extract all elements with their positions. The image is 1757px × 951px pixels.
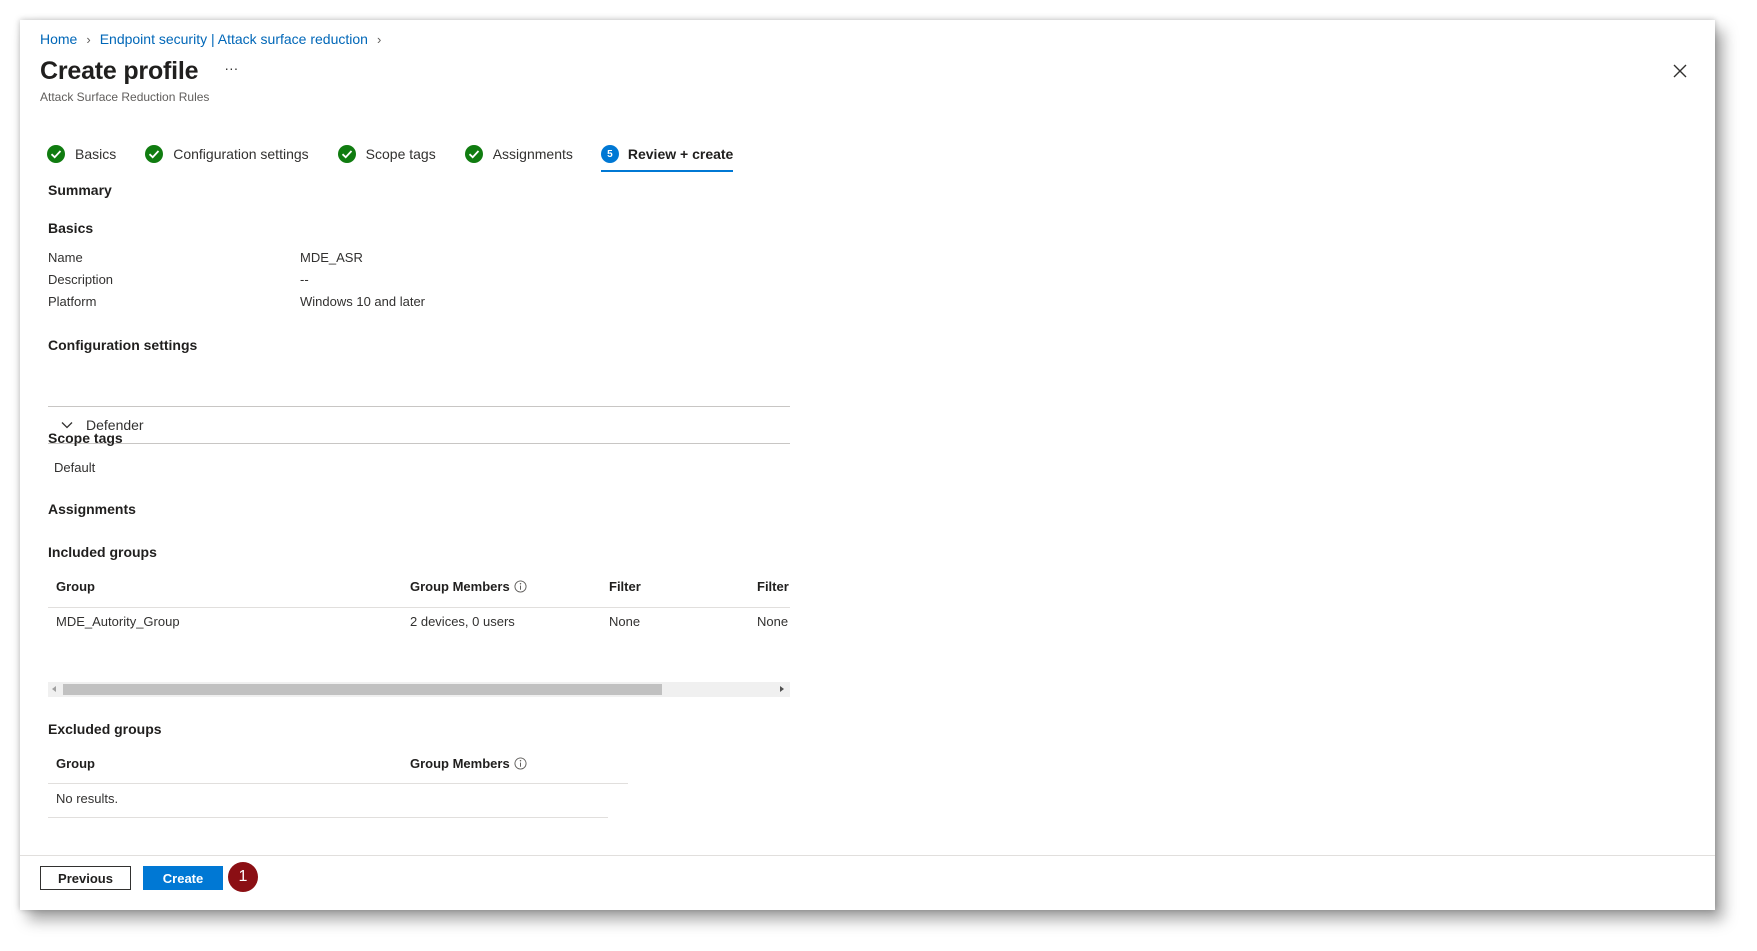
included-row-group: MDE_Autority_Group	[56, 614, 180, 629]
breadcrumb-home[interactable]: Home	[40, 31, 77, 47]
info-icon[interactable]	[514, 580, 527, 593]
check-circle-icon	[464, 145, 483, 163]
name-label: Name	[48, 250, 83, 265]
scrollbar-thumb[interactable]	[63, 684, 662, 695]
horizontal-scrollbar[interactable]	[48, 682, 790, 697]
step-scope-tags[interactable]: Scope tags	[337, 138, 436, 170]
close-button[interactable]	[1669, 60, 1691, 82]
table-divider	[48, 783, 628, 784]
breadcrumb-endpoint-security[interactable]: Endpoint security | Attack surface reduc…	[100, 31, 368, 47]
step-assignments[interactable]: Assignments	[464, 138, 573, 170]
included-row-filter: None	[609, 614, 641, 629]
platform-value: Windows 10 and later	[300, 294, 426, 309]
breadcrumb-separator-icon: ›	[86, 31, 91, 47]
name-value: MDE_ASR	[300, 250, 363, 265]
column-label: Group Members	[410, 579, 510, 594]
platform-label: Platform	[48, 294, 97, 309]
step-number-badge: 5	[600, 145, 619, 163]
included-col-group-members: Group Members	[410, 579, 527, 594]
check-circle-icon	[337, 145, 356, 163]
close-icon	[1673, 64, 1687, 78]
excluded-groups-heading: Excluded groups	[48, 721, 162, 737]
check-circle-icon	[47, 145, 65, 163]
description-value: --	[300, 272, 309, 287]
step-label: Configuration settings	[173, 146, 309, 162]
create-profile-panel: Home › Endpoint security | Attack surfac…	[20, 20, 1715, 910]
included-col-filter-2: Filter	[757, 579, 789, 594]
wizard-steps: Basics Configuration settings Scope tags…	[46, 138, 761, 172]
description-label: Description	[48, 272, 114, 287]
included-groups-heading: Included groups	[48, 544, 157, 560]
included-col-group: Group	[56, 579, 95, 594]
create-button[interactable]: Create	[143, 866, 223, 890]
scope-tags-heading: Scope tags	[48, 430, 123, 446]
excluded-col-group: Group	[56, 756, 95, 771]
scroll-right-icon[interactable]	[780, 686, 784, 692]
scroll-left-icon[interactable]	[52, 686, 56, 692]
step-label: Basics	[75, 146, 117, 162]
step-review-create[interactable]: 5 Review + create	[600, 138, 734, 172]
assignments-heading: Assignments	[48, 501, 136, 517]
defender-accordion[interactable]: Defender	[48, 406, 790, 444]
info-icon[interactable]	[514, 757, 527, 770]
included-row-members: 2 devices, 0 users	[410, 614, 515, 629]
included-col-filter: Filter	[609, 579, 641, 594]
included-row-filter-2: None	[757, 614, 789, 629]
summary-heading: Summary	[48, 182, 112, 198]
callout-badge: 1	[228, 862, 258, 892]
excluded-empty-text: No results.	[56, 791, 119, 806]
step-label: Scope tags	[365, 146, 436, 162]
check-circle-icon	[145, 145, 164, 163]
page-subtitle: Attack Surface Reduction Rules	[40, 90, 210, 104]
page-title: Create profile	[40, 57, 199, 85]
step-configuration-settings[interactable]: Configuration settings	[144, 138, 309, 170]
scope-tag-value: Default	[54, 460, 96, 475]
column-label: Group Members	[410, 756, 510, 771]
step-label: Review + create	[627, 146, 734, 162]
table-divider	[48, 817, 608, 818]
previous-button[interactable]: Previous	[40, 866, 131, 890]
breadcrumb-separator-icon: ›	[376, 31, 382, 47]
configuration-settings-heading: Configuration settings	[48, 337, 198, 353]
step-label: Assignments	[492, 146, 573, 162]
basics-heading: Basics	[48, 220, 94, 236]
footer-divider	[20, 855, 1715, 856]
breadcrumb: Home › Endpoint security | Attack surfac…	[40, 31, 390, 47]
excluded-col-group-members: Group Members	[410, 756, 527, 771]
table-divider	[48, 607, 790, 608]
title-row: Create profile ···	[40, 57, 238, 86]
step-basics[interactable]: Basics	[46, 138, 116, 170]
more-options-icon[interactable]: ···	[224, 60, 238, 76]
